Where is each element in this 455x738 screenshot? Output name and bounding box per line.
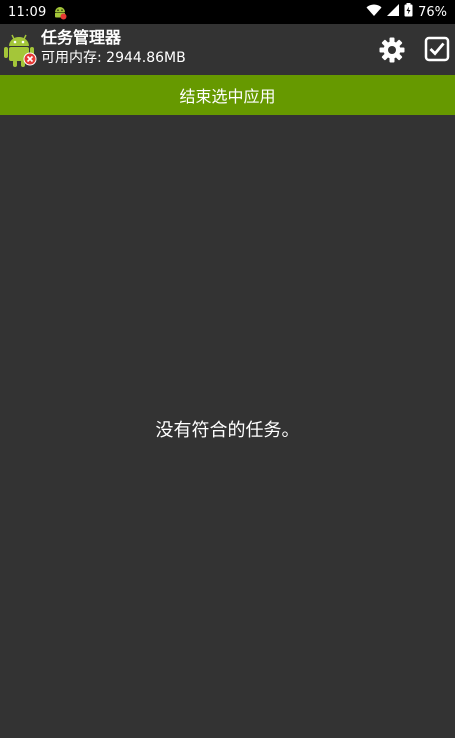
checkbox-checked-icon[interactable] xyxy=(424,36,452,64)
battery-charging-icon xyxy=(404,3,413,21)
cell-signal-icon xyxy=(387,4,400,20)
android-notification-icon xyxy=(53,5,67,20)
status-bar: 11:09 76% xyxy=(0,0,455,24)
android-task-killer-icon xyxy=(3,32,37,68)
app-bar: 任务管理器 可用内存: 2944.86MB xyxy=(0,24,455,75)
status-right-group: 76% xyxy=(366,3,447,21)
battery-percent: 76% xyxy=(418,4,447,20)
end-selected-apps-button[interactable]: 结束选中应用 xyxy=(0,75,455,115)
gear-icon[interactable] xyxy=(378,36,406,64)
title-block: 任务管理器 可用内存: 2944.86MB xyxy=(41,28,186,68)
status-time: 11:09 xyxy=(8,4,47,20)
wifi-icon xyxy=(366,4,382,21)
empty-task-message: 没有符合的任务。 xyxy=(155,420,300,441)
available-memory: 可用内存: 2944.86MB xyxy=(41,50,186,66)
app-title: 任务管理器 xyxy=(41,28,122,47)
